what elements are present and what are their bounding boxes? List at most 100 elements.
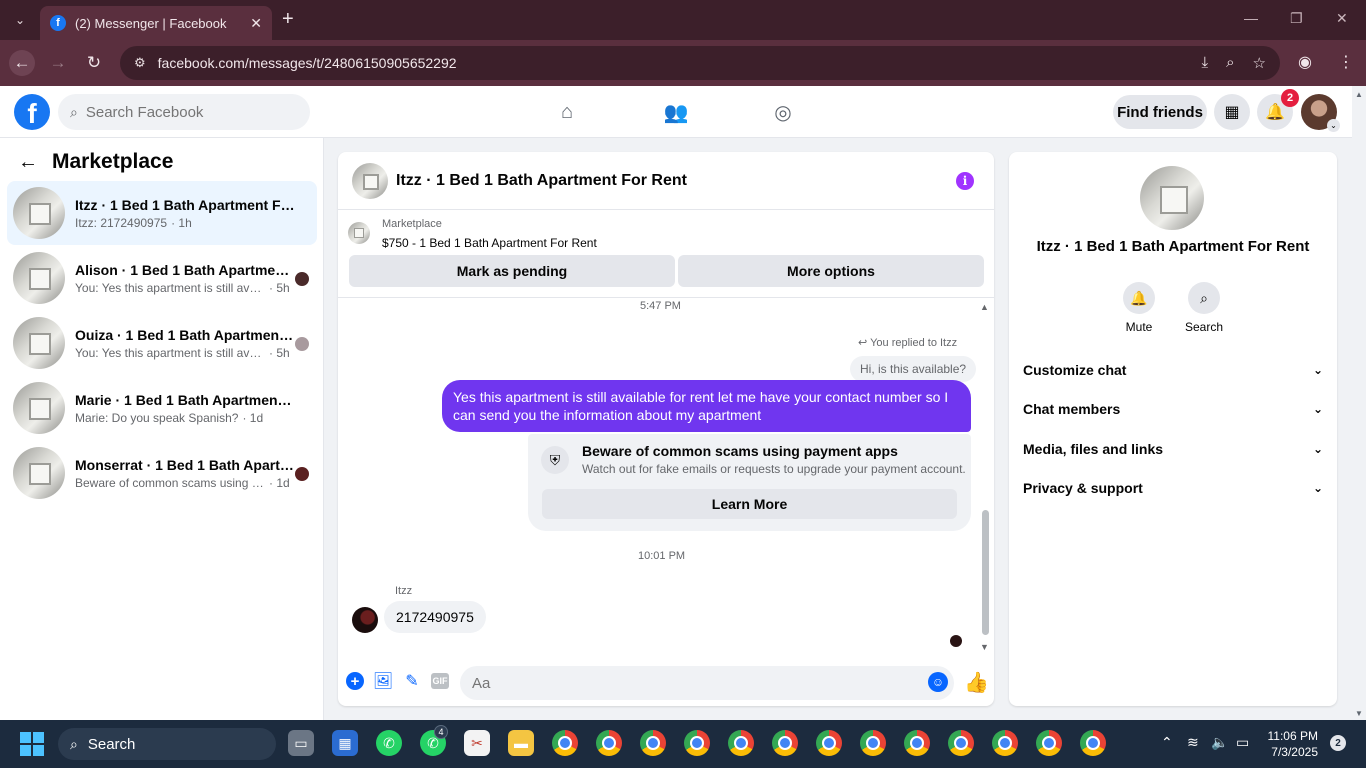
listing-thumbnail[interactable] <box>352 162 388 199</box>
message-timestamp: 5:47 PM <box>640 300 681 312</box>
forward-arrow-icon[interactable]: → <box>45 50 71 76</box>
chrome-icon[interactable] <box>904 730 930 756</box>
windows-start-icon[interactable] <box>20 732 44 756</box>
chat-members-section[interactable]: Chat members ⌄ <box>1023 391 1323 427</box>
search-icon[interactable]: ⌕ <box>1188 282 1220 314</box>
conversation-time: · 1h <box>171 215 192 230</box>
chrome-icon[interactable] <box>552 730 578 756</box>
chrome-icon[interactable] <box>1036 730 1062 756</box>
battery-icon[interactable]: ▭ <box>1236 734 1249 751</box>
chrome-icon[interactable] <box>816 730 842 756</box>
chat-scrollbar[interactable]: ▲ ▼ <box>980 302 990 652</box>
profile-avatar[interactable]: ⌄ <box>1301 94 1340 132</box>
install-app-icon[interactable]: ⤓ <box>1202 54 1209 72</box>
browser-menu-icon[interactable]: ⋮ <box>1338 52 1354 72</box>
message-input[interactable] <box>460 666 954 700</box>
profile-icon[interactable]: ◉ <box>1298 52 1312 72</box>
clock-date: 7/3/2025 <box>1271 745 1318 759</box>
chrome-icon[interactable] <box>860 730 886 756</box>
plus-icon[interactable]: + <box>346 672 364 690</box>
minimize-icon[interactable]: — <box>1244 10 1258 26</box>
learn-more-button[interactable]: Learn More <box>542 489 957 519</box>
show-hidden-icons-chevron-icon[interactable]: ⌃ <box>1161 734 1173 751</box>
listing-thumbnail[interactable] <box>1140 166 1204 230</box>
conversation-item[interactable]: Monserrat · 1 Bed 1 Bath Apartment For R… <box>7 441 317 505</box>
facebook-header: f ⌕ ⌂ 👥 ◎ Find friends ▦ 🔔 2 ⌄ <box>0 86 1352 138</box>
bookmark-star-icon[interactable]: ☆ <box>1253 54 1266 72</box>
reload-icon[interactable]: ↻ <box>81 50 107 76</box>
file-explorer-icon[interactable]: ▬ <box>508 730 534 756</box>
back-arrow-icon[interactable]: ← <box>9 50 35 76</box>
chat-title[interactable]: Itzz · 1 Bed 1 Bath Apartment For Rent <box>396 172 687 190</box>
customize-chat-section[interactable]: Customize chat ⌄ <box>1023 352 1323 388</box>
sender-avatar[interactable] <box>352 607 378 633</box>
facebook-search[interactable]: ⌕ <box>58 94 310 130</box>
zoom-icon[interactable]: ⌕ <box>1226 54 1234 72</box>
scroll-up-icon[interactable]: ▲ <box>1355 90 1363 99</box>
tab-search-chevron-icon[interactable]: ⌄ <box>8 8 32 32</box>
window-close-icon[interactable]: ✕ <box>1336 10 1348 27</box>
conversation-item[interactable]: Ouiza · 1 Bed 1 Bath Apartment For Rent … <box>7 311 317 375</box>
taskbar-notification-badge[interactable]: 2 <box>1330 735 1346 751</box>
listing-price-title[interactable]: $750 - 1 Bed 1 Bath Apartment For Rent <box>382 236 597 250</box>
conversation-item[interactable]: Itzz · 1 Bed 1 Bath Apartment For Rent I… <box>7 181 317 245</box>
scroll-down-icon[interactable]: ▼ <box>980 642 989 652</box>
listing-thumbnail[interactable] <box>348 222 370 244</box>
groups-icon[interactable]: ◎ <box>769 98 797 126</box>
chrome-icon[interactable] <box>772 730 798 756</box>
chrome-icon[interactable] <box>728 730 754 756</box>
facebook-logo-icon[interactable]: f <box>14 94 50 130</box>
search-action[interactable]: ⌕ Search <box>1174 282 1234 334</box>
scroll-down-icon[interactable]: ▼ <box>1355 709 1363 718</box>
store-icon[interactable]: ▦ <box>332 730 358 756</box>
tab-close-icon[interactable]: ✕ <box>250 15 262 32</box>
bell-icon[interactable]: 🔔 <box>1123 282 1155 314</box>
chrome-icon[interactable] <box>596 730 622 756</box>
sender-name: Itzz <box>395 585 413 597</box>
page-scrollbar[interactable]: ▲ ▼ <box>1352 86 1366 720</box>
emoji-icon[interactable]: ☺ <box>928 672 948 692</box>
whatsapp-icon[interactable]: ✆ <box>376 730 402 756</box>
home-icon[interactable]: ⌂ <box>553 98 581 126</box>
seen-avatar <box>295 337 309 351</box>
privacy-support-section[interactable]: Privacy & support ⌄ <box>1023 470 1323 506</box>
find-friends-button[interactable]: Find friends <box>1113 95 1207 129</box>
chrome-icon[interactable] <box>684 730 710 756</box>
volume-icon[interactable]: 🔈 <box>1211 734 1228 751</box>
taskbar-search[interactable]: ⌕ Search <box>58 728 276 760</box>
sticker-icon[interactable]: ✎ <box>401 670 423 692</box>
chrome-icon[interactable] <box>992 730 1018 756</box>
media-files-links-section[interactable]: Media, files and links ⌄ <box>1023 431 1323 467</box>
mark-as-pending-button[interactable]: Mark as pending <box>349 255 675 287</box>
snipping-tool-icon[interactable]: ✂ <box>464 730 490 756</box>
friends-icon[interactable]: 👥 <box>662 98 690 126</box>
facebook-search-input[interactable] <box>85 103 286 121</box>
back-arrow-icon[interactable]: ← <box>18 151 38 174</box>
task-view-icon[interactable]: ▭ <box>288 730 314 756</box>
photo-icon[interactable]: 🖼 <box>372 670 394 692</box>
info-icon[interactable]: i <box>956 172 974 190</box>
scroll-up-icon[interactable]: ▲ <box>980 302 989 312</box>
gif-icon[interactable]: GIF <box>431 673 449 689</box>
my-message-bubble[interactable]: Yes this apartment is still available fo… <box>442 380 971 432</box>
conversation-item[interactable]: Marie · 1 Bed 1 Bath Apartment For Rent … <box>7 376 317 440</box>
taskbar-clock[interactable]: 11:06 PM 7/3/2025 <box>1266 728 1318 760</box>
address-bar[interactable]: ⚙ facebook.com/messages/t/24806150905652… <box>120 46 1280 80</box>
chrome-icon[interactable] <box>640 730 666 756</box>
mute-action[interactable]: 🔔 Mute <box>1109 282 1169 334</box>
conversation-item[interactable]: Alison · 1 Bed 1 Bath Apartment For Rent… <box>7 246 317 310</box>
menu-grid-icon[interactable]: ▦ <box>1214 94 1250 130</box>
chrome-icon[interactable] <box>948 730 974 756</box>
browser-tab[interactable]: f (2) Messenger | Facebook ✕ <box>40 6 272 40</box>
new-tab-icon[interactable]: + <box>282 8 294 31</box>
seen-avatar <box>295 467 309 481</box>
thumbs-up-icon[interactable]: 👍 <box>964 670 989 695</box>
quoted-message[interactable]: Hi, is this available? <box>850 356 977 382</box>
scrollbar-thumb[interactable] <box>982 510 989 635</box>
wifi-icon[interactable]: ≋ <box>1187 734 1199 751</box>
maximize-icon[interactable]: ❐ <box>1290 10 1303 27</box>
chrome-icon[interactable] <box>1080 730 1106 756</box>
site-settings-icon[interactable]: ⚙ <box>134 55 146 71</box>
their-message-bubble[interactable]: 2172490975 <box>384 601 486 633</box>
more-options-button[interactable]: More options <box>678 255 984 287</box>
